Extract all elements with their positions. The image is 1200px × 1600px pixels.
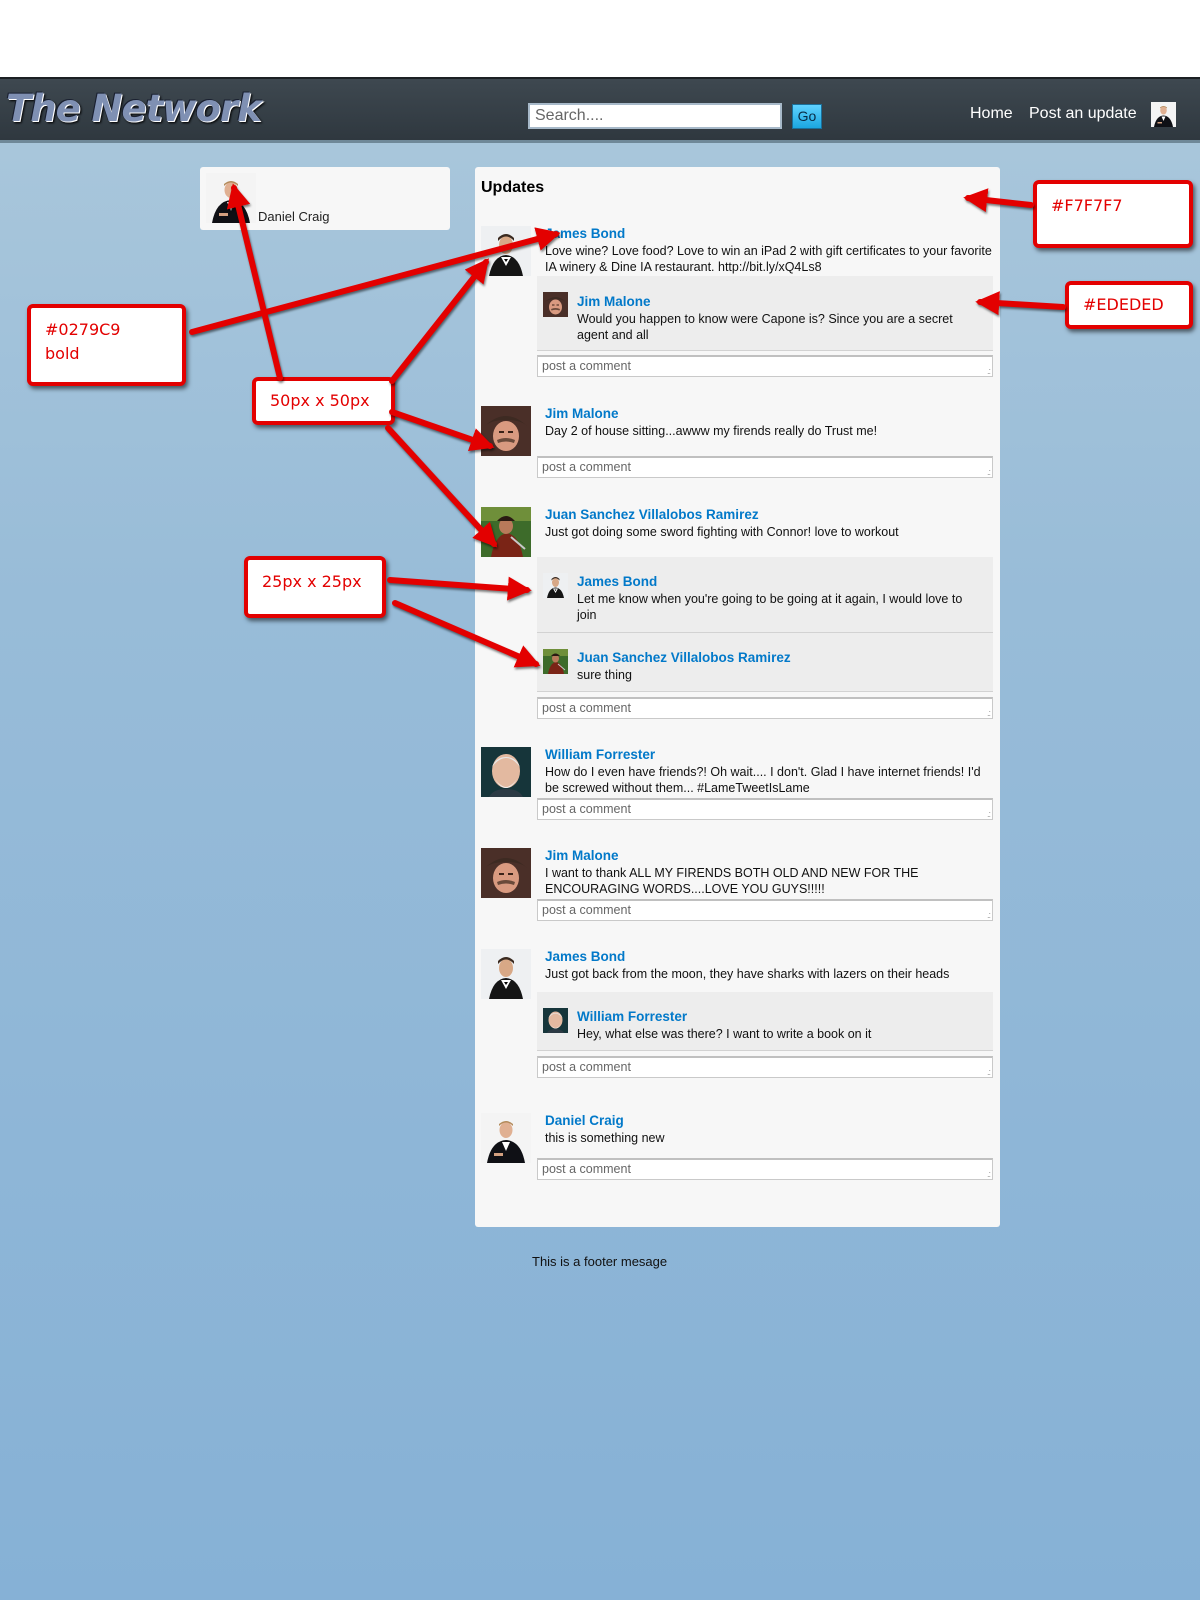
comment-text: Would you happen to know were Capone is?…: [577, 312, 953, 342]
annotation-avatar-small: 25px x 25px: [244, 556, 386, 618]
comment-placeholder: post a comment: [542, 1060, 631, 1074]
post-text: Just got doing some sword fighting with …: [545, 525, 899, 539]
post-author-link[interactable]: Jim Malone: [545, 848, 619, 863]
comment-author-link[interactable]: William Forrester: [577, 1009, 687, 1024]
commenter-avatar-icon[interactable]: [543, 649, 568, 674]
top-navbar: The Network Search.... Go Home Post an u…: [0, 77, 1200, 143]
profile-card: Daniel Craig: [200, 167, 450, 230]
post-author-link[interactable]: James Bond: [545, 226, 625, 241]
author-avatar-icon[interactable]: [481, 949, 531, 999]
comment-placeholder: post a comment: [542, 460, 631, 474]
comment-list: William Forrester Hey, what else was the…: [537, 992, 993, 1051]
author-avatar-icon[interactable]: [481, 1113, 531, 1163]
textarea-resize-icon[interactable]: .:: [987, 1067, 991, 1077]
site-logo[interactable]: The Network: [6, 87, 262, 130]
post-text: I want to thank ALL MY FIRENDS BOTH OLD …: [545, 866, 919, 896]
annotation-comment-color: #EDEDED: [1065, 281, 1193, 329]
profile-name[interactable]: Daniel Craig: [258, 209, 330, 224]
comment-author-link[interactable]: Jim Malone: [577, 294, 651, 309]
author-avatar-icon[interactable]: [481, 747, 531, 797]
annotation-author-style: #0279C9 bold: [27, 304, 186, 386]
textarea-resize-icon[interactable]: .:: [987, 366, 991, 376]
commenter-avatar-icon[interactable]: [543, 1008, 568, 1033]
textarea-resize-icon[interactable]: .:: [987, 467, 991, 477]
post-text: How do I even have friends?! Oh wait....…: [545, 765, 981, 795]
post-text: Day 2 of house sitting...awww my firends…: [545, 424, 878, 438]
post-author-link[interactable]: Jim Malone: [545, 406, 619, 421]
post-comment-input[interactable]: post a comment .:: [537, 1158, 993, 1180]
comment-text: Hey, what else was there? I want to writ…: [577, 1027, 872, 1041]
annotation-avatar-large: 50px x 50px: [252, 377, 395, 425]
textarea-resize-icon[interactable]: .:: [987, 809, 991, 819]
updates-panel: Updates James Bond Love wine? Love food?…: [475, 167, 1000, 1227]
post-comment-input[interactable]: post a comment .:: [537, 456, 993, 478]
comment-item: Jim Malone Would you happen to know were…: [537, 276, 993, 351]
comment-text: Let me know when you're going to be goin…: [577, 592, 963, 622]
post-author-link[interactable]: James Bond: [545, 949, 625, 964]
post-comment-input[interactable]: post a comment .:: [537, 798, 993, 820]
annotation-arrow: [389, 258, 489, 384]
go-button[interactable]: Go: [792, 104, 822, 129]
post-comment-input[interactable]: post a comment .:: [537, 899, 993, 921]
author-avatar-icon[interactable]: [481, 848, 531, 898]
comment-item: Juan Sanchez Villalobos Ramirez sure thi…: [537, 633, 993, 692]
comment-placeholder: post a comment: [542, 701, 631, 715]
comment-author-link[interactable]: Juan Sanchez Villalobos Ramirez: [577, 650, 791, 665]
comment-item: James Bond Let me know when you're going…: [537, 557, 993, 633]
post-author-link[interactable]: Juan Sanchez Villalobos Ramirez: [545, 507, 759, 522]
comment-author-link[interactable]: James Bond: [577, 574, 657, 589]
comment-placeholder: post a comment: [542, 1162, 631, 1176]
author-avatar-icon[interactable]: [481, 507, 531, 557]
user-avatar-icon[interactable]: [1151, 102, 1176, 127]
author-avatar-icon[interactable]: [481, 406, 531, 456]
post-comment-input[interactable]: post a comment .:: [537, 1056, 993, 1078]
commenter-avatar-icon[interactable]: [543, 573, 568, 598]
textarea-resize-icon[interactable]: .:: [987, 1169, 991, 1179]
annotation-author-color: #0279C9: [45, 320, 121, 339]
comment-list: James Bond Let me know when you're going…: [537, 557, 993, 692]
post-text: Love wine? Love food? Love to win an iPa…: [545, 244, 992, 274]
search-input[interactable]: Search....: [528, 103, 782, 129]
comment-text: sure thing: [577, 668, 632, 682]
post-author-link[interactable]: Daniel Craig: [545, 1113, 624, 1128]
annotation-author-weight: bold: [45, 344, 80, 363]
comment-list: Jim Malone Would you happen to know were…: [537, 276, 993, 351]
top-blank-area: [0, 0, 1200, 77]
author-avatar-icon[interactable]: [481, 226, 531, 276]
annotation-panel-color: #F7F7F7: [1033, 180, 1193, 248]
comment-placeholder: post a comment: [542, 903, 631, 917]
commenter-avatar-icon[interactable]: [543, 292, 568, 317]
footer-message: This is a footer mesage: [532, 1254, 668, 1269]
profile-avatar-icon[interactable]: [206, 173, 256, 223]
comment-item: William Forrester Hey, what else was the…: [537, 992, 993, 1051]
post-comment-input[interactable]: post a comment .:: [537, 355, 993, 377]
textarea-resize-icon[interactable]: .:: [987, 708, 991, 718]
comment-placeholder: post a comment: [542, 802, 631, 816]
post-text: Just got back from the moon, they have s…: [545, 967, 950, 981]
nav-post-update-link[interactable]: Post an update: [1029, 105, 1137, 123]
post-comment-input[interactable]: post a comment .:: [537, 697, 993, 719]
updates-heading: Updates: [481, 179, 545, 196]
comment-placeholder: post a comment: [542, 359, 631, 373]
textarea-resize-icon[interactable]: .:: [987, 910, 991, 920]
nav-home-link[interactable]: Home: [970, 105, 1013, 123]
post-text: this is something new: [545, 1131, 665, 1145]
post-author-link[interactable]: William Forrester: [545, 747, 655, 762]
